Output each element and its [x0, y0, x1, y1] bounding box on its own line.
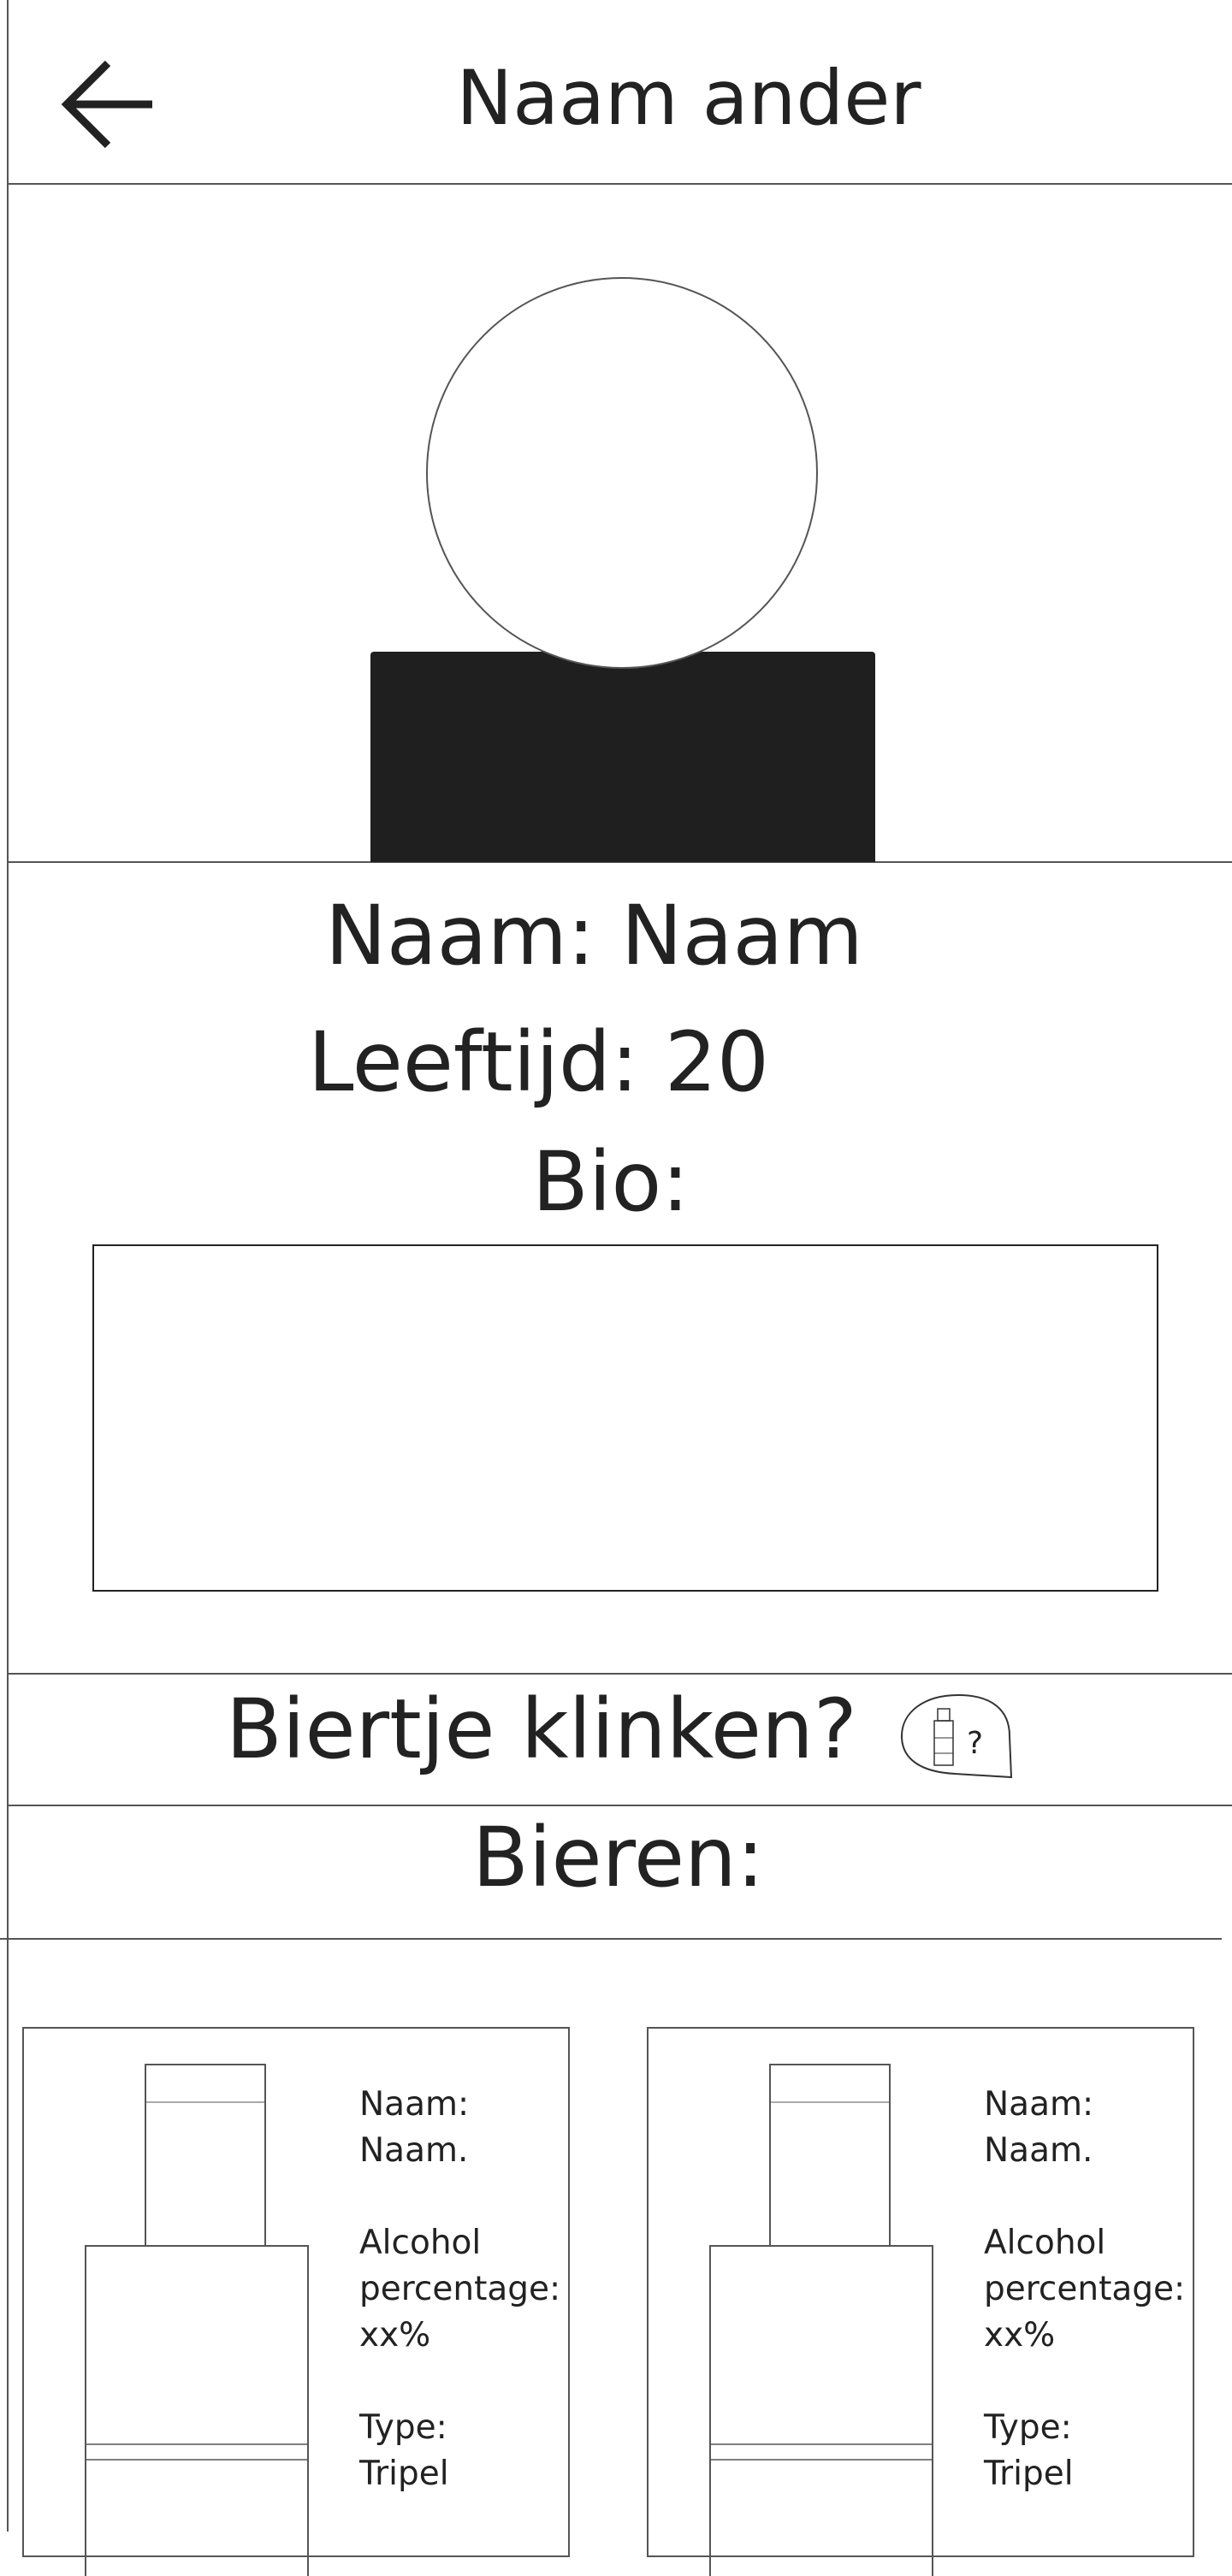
- bio-box: [92, 1244, 1158, 1592]
- beer-alcohol-label-2: percentage:: [359, 2270, 561, 2308]
- beer-name-value: Naam.: [984, 2131, 1093, 2170]
- beer-name-label: Naam:: [359, 2085, 470, 2124]
- beer-type-value: Tripel: [984, 2455, 1074, 2493]
- beer-alcohol-value: xx%: [984, 2316, 1056, 2354]
- beer-type-value: Tripel: [359, 2455, 449, 2493]
- header-left-border: [7, 0, 9, 185]
- avatar-body: [370, 652, 875, 862]
- svg-text:?: ?: [967, 1726, 983, 1761]
- beer-info: Naam: Naam. Alcohol percentage: xx% Type…: [359, 2082, 565, 2497]
- left-frame-line: [7, 0, 9, 2532]
- bio-label: Bio:: [532, 1134, 690, 1230]
- profile-name: Naam: Naam: [325, 888, 863, 984]
- beer-alcohol-label-2: percentage:: [984, 2270, 1186, 2308]
- beer-name-value: Naam.: [359, 2131, 469, 2170]
- beer-alcohol-label: Alcohol: [984, 2224, 1106, 2262]
- beer-info: Naam: Naam. Alcohol percentage: xx% Type…: [984, 2082, 1189, 2497]
- arrow-left-icon: [61, 60, 152, 149]
- avatar-head: [426, 277, 818, 669]
- beer-card[interactable]: Naam: Naam. Alcohol percentage: xx% Type…: [647, 2027, 1194, 2576]
- beer-alcohol-value: xx%: [359, 2316, 431, 2354]
- beers-heading-divider: [0, 1938, 1222, 1940]
- profile-age: Leeftijd: 20: [308, 1014, 769, 1110]
- beer-bottle-question-icon: ?: [900, 1693, 1013, 1779]
- cheers-top-divider: [7, 1673, 1232, 1675]
- beer-card[interactable]: Naam: Naam. Alcohol percentage: xx% Type…: [22, 2027, 570, 2576]
- page-title: Naam ander: [456, 54, 921, 142]
- beer-bottle-icon: [709, 2064, 933, 2576]
- beer-type-label: Type:: [359, 2408, 447, 2447]
- beers-heading: Bieren:: [472, 1810, 765, 1905]
- beer-type-label: Type:: [984, 2408, 1072, 2447]
- beer-bottle-icon: [85, 2064, 309, 2576]
- header-divider: [7, 183, 1232, 185]
- cheers-label: Biertje klinken?: [226, 1681, 857, 1777]
- beer-name-label: Naam:: [984, 2085, 1094, 2124]
- beer-alcohol-label: Alcohol: [359, 2224, 482, 2262]
- back-button[interactable]: [56, 56, 159, 152]
- cheers-button[interactable]: ?: [898, 1693, 1016, 1779]
